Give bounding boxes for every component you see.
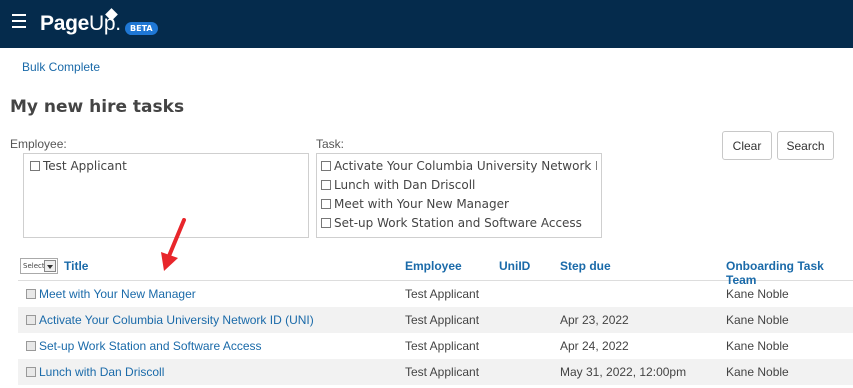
step-due-cell: Apr 23, 2022	[560, 313, 629, 327]
row-checkbox[interactable]	[26, 341, 36, 351]
row-checkbox[interactable]	[26, 367, 36, 377]
team-cell: Kane Noble	[726, 287, 789, 301]
task-title-link[interactable]: Meet with Your New Manager	[39, 287, 196, 301]
task-filter-listbox[interactable]: Activate Your Columbia University Networ…	[316, 153, 602, 238]
task-filter-label: Task:	[316, 137, 345, 151]
clear-button[interactable]: Clear	[722, 131, 772, 160]
employee-cell: Test Applicant	[405, 365, 480, 379]
employee-option[interactable]: Test Applicant	[30, 156, 302, 175]
top-navigation-bar: PageUp. BETA	[0, 0, 853, 48]
task-title-link[interactable]: Set-up Work Station and Software Access	[39, 339, 262, 353]
table-row: Set-up Work Station and Software Access …	[18, 333, 853, 359]
step-due-cell: Apr 24, 2022	[560, 339, 629, 353]
row-checkbox[interactable]	[26, 315, 36, 325]
table-header: Select Title Employee UniID Step due Onb…	[18, 253, 853, 287]
bulk-select-dropdown[interactable]: Select	[20, 258, 58, 274]
employee-cell: Test Applicant	[405, 287, 480, 301]
task-title-link[interactable]: Lunch with Dan Driscoll	[39, 365, 164, 379]
employee-cell: Test Applicant	[405, 313, 480, 327]
step-due-cell: May 31, 2022, 12:00pm	[560, 365, 687, 379]
task-option[interactable]: Lunch with Dan Driscoll	[321, 175, 597, 194]
team-cell: Kane Noble	[726, 365, 789, 379]
table-row: Activate Your Columbia University Networ…	[18, 307, 853, 333]
hamburger-menu-icon[interactable]	[12, 14, 26, 28]
column-header-uniid[interactable]: UniID	[499, 259, 530, 273]
task-option[interactable]: Set-up Work Station and Software Access	[321, 213, 597, 232]
task-option[interactable]: Meet with Your New Manager	[321, 194, 597, 213]
table-row: Meet with Your New Manager Test Applican…	[18, 281, 853, 307]
employee-filter-label: Employee:	[10, 137, 67, 151]
checkbox[interactable]	[30, 160, 40, 171]
column-header-employee[interactable]: Employee	[405, 259, 462, 273]
checkbox[interactable]	[321, 198, 331, 209]
employee-cell: Test Applicant	[405, 339, 480, 353]
checkbox[interactable]	[321, 160, 331, 171]
task-title-link[interactable]: Activate Your Columbia University Networ…	[39, 313, 314, 327]
beta-badge: BETA	[125, 22, 158, 35]
checkbox[interactable]	[321, 217, 331, 228]
annotation-arrow-icon	[161, 218, 186, 271]
page-title: My new hire tasks	[10, 97, 185, 117]
search-button[interactable]: Search	[777, 131, 834, 160]
team-cell: Kane Noble	[726, 339, 789, 353]
column-header-title[interactable]: Title	[64, 259, 88, 273]
bulk-complete-link[interactable]: Bulk Complete	[22, 60, 100, 74]
table-row: Lunch with Dan Driscoll Test Applicant M…	[18, 359, 853, 385]
checkbox[interactable]	[321, 179, 331, 190]
row-checkbox[interactable]	[26, 289, 36, 299]
task-option[interactable]: Activate Your Columbia University Networ…	[321, 156, 597, 175]
column-header-step-due[interactable]: Step due	[560, 259, 611, 273]
team-cell: Kane Noble	[726, 313, 789, 327]
chevron-down-icon[interactable]	[44, 260, 56, 272]
